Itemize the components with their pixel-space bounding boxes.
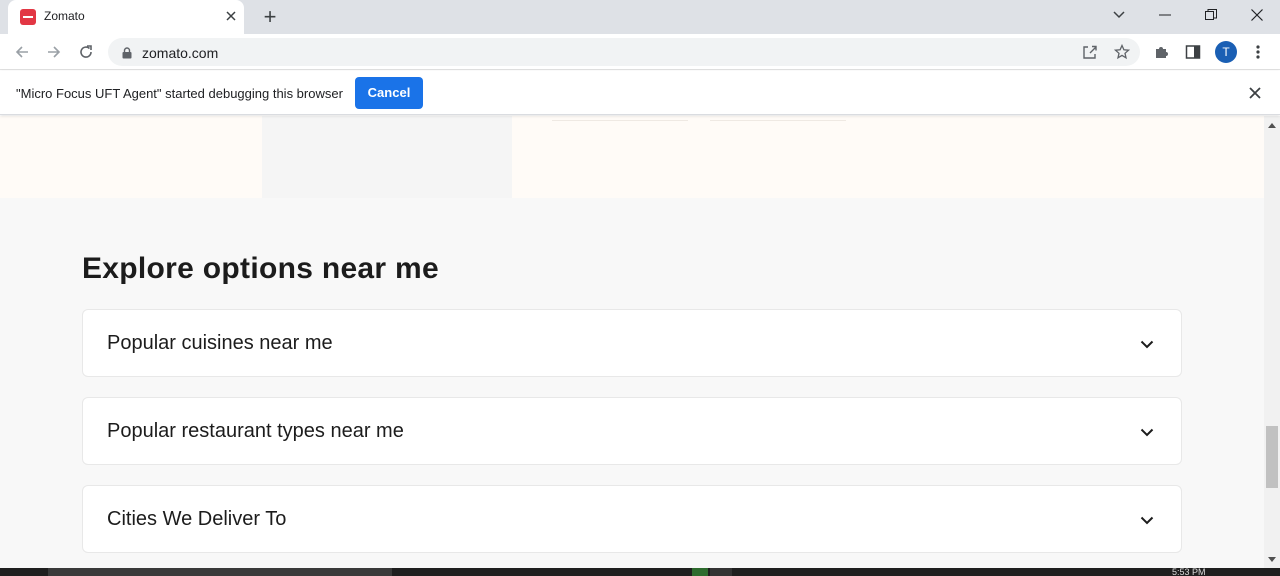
restore-icon[interactable] xyxy=(1188,0,1234,30)
promo-card xyxy=(262,116,512,198)
browser-toolbar: zomato.com xyxy=(0,34,1280,70)
scroll-thumb[interactable] xyxy=(1266,426,1278,488)
puzzle-icon[interactable] xyxy=(1151,42,1171,62)
taskbar-app[interactable] xyxy=(692,568,708,576)
tab-title: Zomato xyxy=(44,9,85,23)
promo-band xyxy=(0,116,1264,198)
chevron-down-icon[interactable] xyxy=(1137,510,1157,530)
taskbar-app[interactable] xyxy=(710,568,732,576)
reload-icon[interactable] xyxy=(74,40,98,64)
accordion-cities[interactable]: Cities We Deliver To xyxy=(82,485,1182,553)
accordion-label: Popular restaurant types near me xyxy=(107,420,404,442)
tab-zomato[interactable]: Zomato xyxy=(8,0,244,34)
accordion-popular-cuisines[interactable]: Popular cuisines near me xyxy=(82,309,1182,377)
url-text[interactable]: zomato.com xyxy=(142,45,218,61)
chevron-down-icon[interactable] xyxy=(1137,334,1157,354)
tab-close-icon[interactable] xyxy=(222,8,240,26)
tab-search-chevron-icon[interactable] xyxy=(1096,0,1142,30)
profile-avatar[interactable]: T xyxy=(1215,41,1237,63)
page-scrollbar[interactable] xyxy=(1264,116,1280,568)
address-bar[interactable]: zomato.com xyxy=(108,38,1140,66)
cancel-button[interactable]: Cancel xyxy=(355,77,423,109)
accordion-label: Popular cuisines near me xyxy=(107,332,333,354)
promo-tab-left xyxy=(552,116,688,121)
lock-icon[interactable] xyxy=(122,46,132,64)
debugging-infobar: "Micro Focus UFT Agent" started debuggin… xyxy=(0,71,1280,115)
forward-icon[interactable] xyxy=(42,40,66,64)
taskbar-clock: 5:53 PM xyxy=(1172,568,1206,576)
new-tab-button[interactable]: + xyxy=(258,5,282,29)
infobar-close-icon[interactable] xyxy=(1246,84,1264,102)
side-panel-icon[interactable] xyxy=(1183,42,1203,62)
back-icon[interactable] xyxy=(10,40,34,64)
zomato-favicon-icon xyxy=(20,9,36,25)
taskbar-search[interactable] xyxy=(48,568,392,576)
accordion-restaurant-types[interactable]: Popular restaurant types near me xyxy=(82,397,1182,465)
scroll-down-icon[interactable] xyxy=(1264,552,1280,566)
infobar-message: "Micro Focus UFT Agent" started debuggin… xyxy=(16,86,343,101)
section-title: Explore options near me xyxy=(82,252,439,285)
promo-tab-right xyxy=(710,116,846,121)
accordion-label: Cities We Deliver To xyxy=(107,508,287,530)
share-icon[interactable] xyxy=(1081,43,1099,61)
star-icon[interactable] xyxy=(1113,43,1131,61)
minimize-icon[interactable] xyxy=(1142,0,1188,30)
scroll-up-icon[interactable] xyxy=(1264,118,1280,132)
more-icon[interactable] xyxy=(1248,42,1268,62)
chevron-down-icon[interactable] xyxy=(1137,422,1157,442)
window-close-icon[interactable] xyxy=(1234,0,1280,30)
tab-strip: Zomato + xyxy=(0,0,1280,34)
os-taskbar: 5:53 PM xyxy=(0,568,1280,576)
page-content: Explore options near me Popular cuisines… xyxy=(0,116,1264,568)
